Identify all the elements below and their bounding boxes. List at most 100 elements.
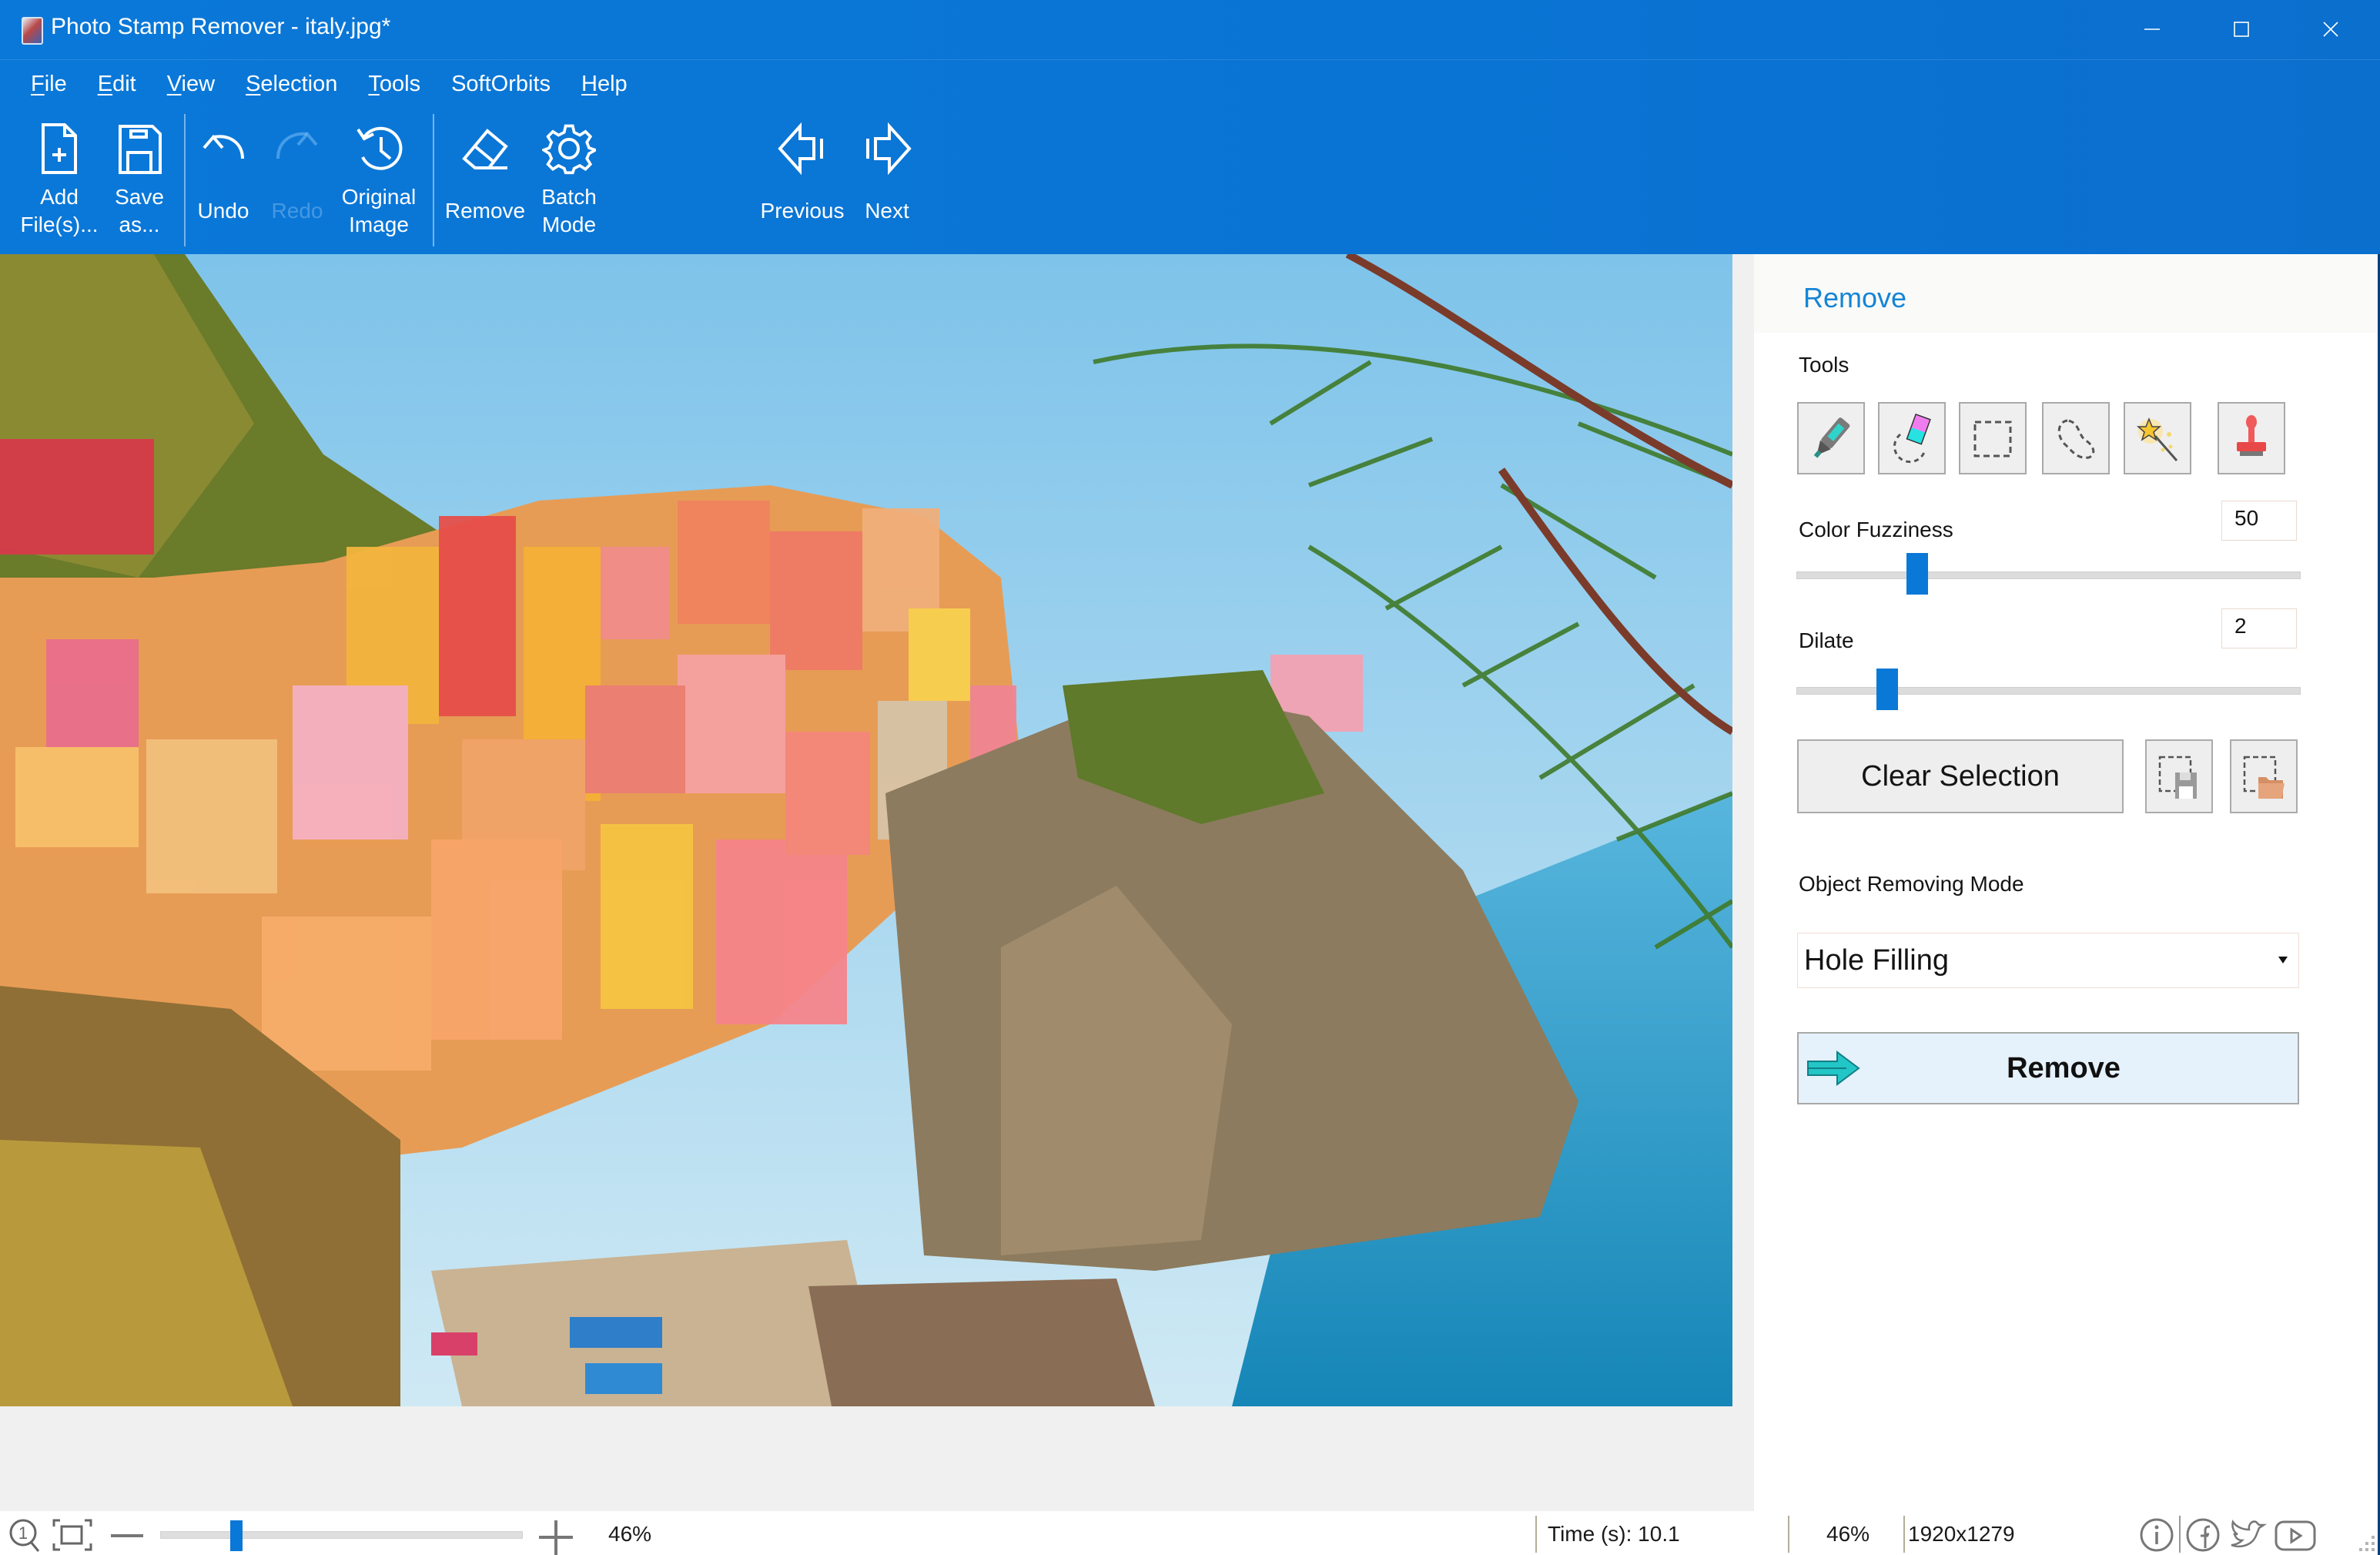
undo-icon (203, 134, 244, 159)
photo-stamp-remover-window: Photo Stamp Remover - italy.jpg* File Ed… (0, 0, 2380, 1555)
color-fuzziness-input[interactable]: 50 (2221, 501, 2297, 541)
rectangle-select-icon (1973, 421, 2012, 457)
menu-file[interactable]: File (18, 65, 82, 103)
dilate-input[interactable]: 2 (2221, 608, 2297, 648)
gear-icon (542, 124, 596, 175)
photo-illustration (0, 254, 1732, 1406)
stamp-icon (2237, 415, 2266, 456)
save-selection-button[interactable] (2145, 739, 2213, 813)
panel-title[interactable]: Remove (1803, 282, 1906, 314)
status-separator (2179, 1516, 2181, 1553)
lasso-tool-button[interactable] (2042, 402, 2110, 474)
maximize-button[interactable] (2199, 0, 2284, 59)
maximize-icon (2234, 22, 2249, 37)
undo-button[interactable]: Undo (191, 114, 256, 225)
slider-track (1796, 687, 2301, 695)
object-removing-mode-label: Object Removing Mode (1799, 872, 2024, 896)
photo[interactable] (0, 254, 1732, 1406)
menu-bar: File Edit View Selection Tools SoftOrbit… (18, 65, 643, 103)
batch-mode-button[interactable]: Batch Mode (534, 114, 604, 239)
close-icon (2323, 22, 2338, 37)
zoom-slider[interactable] (160, 1520, 523, 1551)
status-bar: 1 46% Time (s): 10.1 46% 1920x1279 (0, 1511, 2378, 1555)
zoom-slider-thumb[interactable] (229, 1520, 243, 1551)
lasso-icon (2057, 419, 2095, 459)
remove-toolbar-button[interactable]: Remove (440, 114, 530, 225)
slider-thumb[interactable] (1906, 553, 1929, 595)
window-title: Photo Stamp Remover - italy.jpg* (51, 14, 391, 39)
color-fuzziness-slider[interactable] (1796, 553, 2301, 599)
magic-wand-icon (2137, 417, 2178, 461)
load-selection-button[interactable] (2230, 739, 2298, 813)
original-image-button[interactable]: Original Image (336, 114, 422, 239)
status-separator (1903, 1516, 1905, 1553)
eraser-tool-button[interactable] (1878, 402, 1946, 474)
eraser-icon (462, 129, 508, 169)
history-icon (356, 126, 403, 170)
svg-text:1: 1 (18, 1523, 28, 1543)
selected-mode: Hole Filling (1804, 944, 1949, 977)
menu-edit[interactable]: Edit (82, 65, 152, 103)
header: Photo Stamp Remover - italy.jpg* File Ed… (0, 0, 2380, 254)
app-icon (22, 17, 43, 45)
slider-track (1796, 571, 2301, 579)
save-as-button[interactable]: Save as... (105, 114, 174, 239)
redo-icon (276, 131, 318, 159)
title-bar: Photo Stamp Remover - italy.jpg* (0, 0, 2380, 60)
toolbar-separator (184, 114, 186, 246)
marker-icon (1813, 417, 1850, 458)
menu-help[interactable]: Help (566, 65, 643, 103)
youtube-icon[interactable] (2273, 1517, 2318, 1553)
processing-time: Time (s): 10.1 (1548, 1522, 1680, 1546)
toolbar-separator (433, 114, 434, 246)
slider-thumb[interactable] (1876, 669, 1898, 710)
menu-view[interactable]: View (152, 65, 230, 103)
rectangle-select-tool-button[interactable] (1959, 402, 2027, 474)
zoom-in-icon[interactable] (536, 1517, 576, 1555)
info-icon[interactable] (2139, 1517, 2174, 1553)
dilate-label: Dilate (1799, 628, 1854, 652)
zoom-percent: 46% (608, 1522, 652, 1546)
zoom-out-icon[interactable] (108, 1517, 146, 1553)
menu-softorbits[interactable]: SoftOrbits (436, 65, 566, 103)
image-canvas[interactable] (0, 254, 1754, 1511)
status-separator (1535, 1516, 1537, 1553)
dilate-slider[interactable] (1796, 669, 2301, 715)
redo-button[interactable]: Redo (265, 114, 330, 225)
remove-button-label: Remove (2007, 1052, 2121, 1084)
stamp-tool-button[interactable] (2218, 402, 2285, 474)
add-file-icon (42, 123, 77, 174)
add-files-button[interactable]: Add File(s)... (18, 114, 100, 239)
save-selection-icon (2158, 756, 2197, 799)
twitter-icon[interactable] (2228, 1517, 2267, 1553)
tools-label: Tools (1799, 353, 1849, 377)
color-fuzziness-label: Color Fuzziness (1799, 518, 1953, 541)
marker-tool-button[interactable] (1797, 402, 1865, 474)
object-removing-mode-select[interactable]: Hole Filling (1797, 933, 2299, 988)
fit-to-window-icon[interactable] (51, 1517, 94, 1553)
save-icon (119, 125, 162, 174)
chevron-down-icon (2278, 957, 2288, 963)
zoom-slider-track (160, 1531, 523, 1539)
facebook-icon[interactable] (2185, 1517, 2221, 1553)
remove-button[interactable]: Remove (1797, 1032, 2299, 1104)
next-button[interactable]: Next (855, 114, 919, 225)
arrow-left-icon (778, 122, 823, 176)
clear-selection-button[interactable]: Clear Selection (1797, 739, 2124, 813)
panel-header: Remove (1754, 254, 2378, 333)
previous-button[interactable]: Previous (755, 114, 850, 225)
load-selection-icon (2243, 756, 2285, 799)
close-button[interactable] (2288, 0, 2373, 59)
menu-selection[interactable]: Selection (230, 65, 353, 103)
minimize-icon (2144, 28, 2160, 30)
actual-size-icon[interactable]: 1 (6, 1517, 46, 1553)
status-separator (1788, 1516, 1789, 1553)
clear-selection-label: Clear Selection (1861, 759, 2060, 793)
resize-grip-icon[interactable] (2355, 1533, 2376, 1554)
image-dimensions: 1920x1279 (1908, 1522, 2015, 1546)
magic-wand-tool-button[interactable] (2124, 402, 2191, 474)
zoom-readout: 46% (1826, 1522, 1870, 1546)
minimize-button[interactable] (2110, 0, 2194, 59)
toolbar: Add File(s)... Save as... Undo Redo Orig… (0, 114, 2380, 253)
menu-tools[interactable]: Tools (353, 65, 436, 103)
